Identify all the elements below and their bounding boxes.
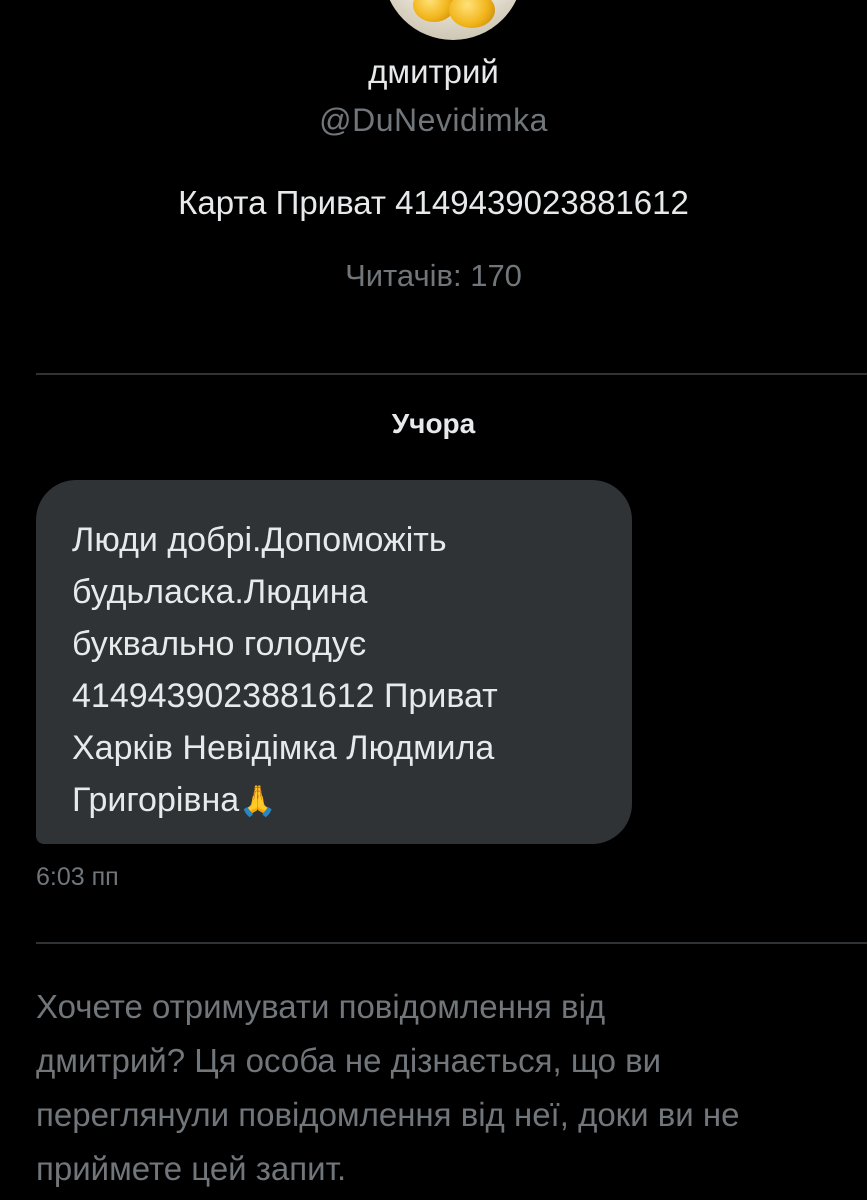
message-text-line: 4149439023881612 Приват (72, 677, 498, 715)
message-text-line: Люди добрі.Допоможіть (72, 521, 447, 559)
message-text-line: будьласка.Людина (72, 573, 368, 611)
message-request-prompt: Хочете отримувати повідомлення від дмитр… (36, 980, 856, 1196)
profile-bio: Карта Приват 4149439023881612 (178, 184, 689, 221)
profile-avatar[interactable] (383, 0, 523, 40)
section-divider (36, 373, 867, 375)
message-text-last: Григорівна (72, 781, 240, 819)
request-text-line: переглянули повідомлення від неї, доки в… (36, 1096, 740, 1133)
date-separator: Учора (391, 408, 476, 439)
request-text-line: дмитрий? Ця особа не дізнається, що ви (36, 1042, 662, 1079)
folded-hands-emoji-icon: 🙏 (239, 785, 277, 818)
request-text-line: Хочете отримувати повідомлення від (36, 988, 606, 1025)
follower-count: Читачів: 170 (345, 258, 522, 293)
profile-name[interactable]: дмитрий (0, 52, 867, 92)
message-text-line: буквально голодує (72, 625, 367, 663)
profile-handle[interactable]: @DuNevidimka (0, 100, 867, 140)
message-text-line: Григорівна🙏 (72, 774, 596, 828)
message-bubble[interactable]: Люди добрі.Допоможіть будьласка.Людина б… (36, 480, 632, 844)
message-text-line: Харків Невідімка Людмила (72, 729, 495, 767)
request-text-line: приймете цей запит. (36, 1150, 347, 1187)
section-divider (36, 942, 867, 944)
message-timestamp: 6:03 пп (36, 863, 119, 891)
avatar-image-part (449, 0, 495, 28)
